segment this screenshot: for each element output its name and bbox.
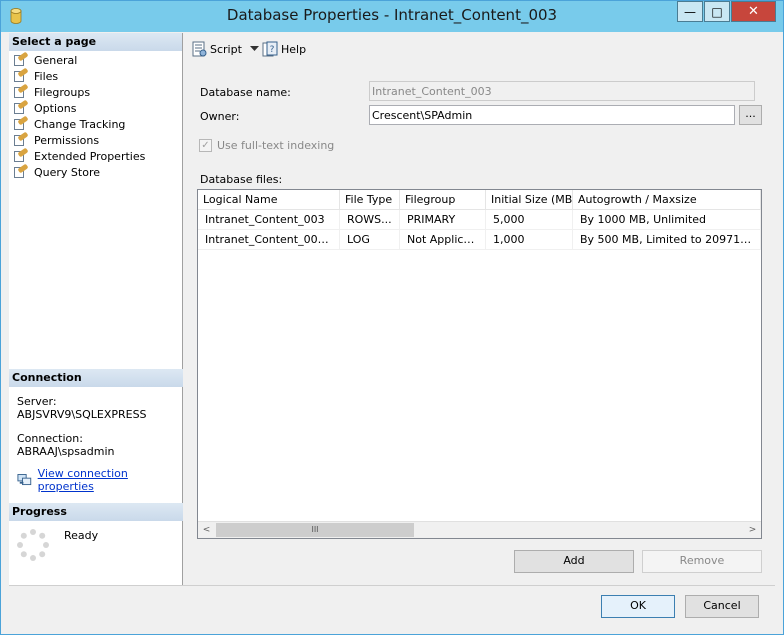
column-header-autogrowth[interactable]: Autogrowth / Maxsize: [573, 190, 761, 209]
connection-properties-icon: [17, 474, 32, 486]
database-name-label: Database name:: [200, 86, 291, 99]
progress-header: Progress: [9, 503, 183, 521]
page-item-label: Filegroups: [34, 85, 91, 99]
maximize-button[interactable]: □: [704, 1, 730, 22]
page-item-general[interactable]: General: [9, 51, 182, 68]
page-item-extended-properties[interactable]: Extended Properties: [9, 147, 182, 164]
horizontal-scrollbar[interactable]: < III >: [198, 521, 761, 538]
cancel-button[interactable]: Cancel: [685, 595, 759, 618]
database-properties-window: Database Properties - Intranet_Content_0…: [0, 0, 784, 635]
page-item-permissions[interactable]: Permissions: [9, 131, 182, 148]
left-pane: Select a page General Files Filegroups O…: [9, 33, 183, 585]
file-type-cell[interactable]: LOG: [340, 230, 400, 249]
column-header-file-type[interactable]: File Type: [340, 190, 400, 209]
connection-value: ABRAAJ\spsadmin: [17, 445, 115, 458]
view-connection-properties-link[interactable]: View connection properties: [38, 467, 175, 493]
page-wrench-icon: [13, 83, 29, 99]
page-item-label: General: [34, 53, 78, 67]
general-page-content: Database name: Intranet_Content_003 Owne…: [191, 67, 776, 585]
page-item-label: Options: [34, 101, 77, 115]
scroll-left-icon[interactable]: <: [198, 522, 215, 538]
footer-divider: [9, 585, 775, 586]
scrollbar-thumb[interactable]: III: [216, 523, 414, 537]
help-button[interactable]: ? Help: [262, 41, 306, 57]
filegroup-cell[interactable]: Not Applicable: [400, 230, 486, 249]
column-header-logical-name[interactable]: Logical Name: [198, 190, 340, 209]
column-header-filegroup[interactable]: Filegroup: [400, 190, 486, 209]
server-label: Server:: [17, 395, 57, 408]
owner-field[interactable]: Crescent\SPAdmin: [369, 105, 735, 125]
page-wrench-icon: [13, 115, 29, 131]
select-page-header: Select a page: [9, 33, 182, 51]
owner-label: Owner:: [200, 110, 240, 123]
page-list: General Files Filegroups Options Change …: [9, 51, 182, 180]
remove-button: Remove: [642, 550, 762, 573]
checkbox-check-icon: ✓: [199, 139, 212, 152]
scroll-right-icon[interactable]: >: [744, 522, 761, 538]
initial-size-cell[interactable]: 1,000: [486, 230, 573, 249]
file-type-cell[interactable]: ROWS...: [340, 210, 400, 229]
script-button[interactable]: Script: [191, 41, 259, 57]
page-wrench-icon: [13, 147, 29, 163]
page-item-change-tracking[interactable]: Change Tracking: [9, 115, 182, 132]
autogrowth-cell[interactable]: By 1000 MB, Unlimited: [573, 210, 761, 229]
window-title: Database Properties - Intranet_Content_0…: [226, 6, 558, 24]
close-button[interactable]: ✕: [731, 1, 776, 22]
page-wrench-icon: [13, 163, 29, 179]
database-name-field: Intranet_Content_003: [369, 81, 755, 101]
fulltext-indexing-label: Use full-text indexing: [217, 139, 335, 152]
page-wrench-icon: [13, 131, 29, 147]
progress-section: Progress Ready: [9, 503, 183, 569]
logical-name-cell[interactable]: Intranet_Content_003_log: [198, 230, 340, 249]
page-item-label: Files: [34, 69, 59, 83]
script-icon: [192, 41, 207, 57]
page-item-label: Permissions: [34, 133, 100, 147]
page-item-options[interactable]: Options: [9, 99, 182, 116]
ok-button[interactable]: OK: [601, 595, 675, 618]
grid-header: Logical Name File Type Filegroup Initial…: [198, 190, 761, 210]
svg-text:?: ?: [270, 45, 275, 55]
dropdown-arrow-icon[interactable]: [249, 46, 259, 52]
page-wrench-icon: [13, 67, 29, 83]
logical-name-cell[interactable]: Intranet_Content_003: [198, 210, 340, 229]
database-files-label: Database files:: [200, 173, 283, 186]
server-value: ABJSVRV9\SQLEXPRESS: [17, 408, 147, 421]
page-item-files[interactable]: Files: [9, 67, 182, 84]
minimize-button[interactable]: —: [677, 1, 703, 22]
progress-status: Ready: [64, 529, 99, 542]
filegroup-cell[interactable]: PRIMARY: [400, 210, 486, 229]
help-icon: ?: [262, 41, 278, 57]
connection-label: Connection:: [17, 432, 83, 445]
script-label: Script: [210, 42, 242, 56]
table-row[interactable]: Intranet_Content_003_log LOG Not Applica…: [198, 230, 761, 250]
fulltext-indexing-checkbox: ✓ Use full-text indexing: [199, 139, 334, 152]
autogrowth-cell[interactable]: By 500 MB, Limited to 2097152 MB: [573, 230, 761, 249]
table-row[interactable]: Intranet_Content_003 ROWS... PRIMARY 5,0…: [198, 210, 761, 230]
page-wrench-icon: [13, 99, 29, 115]
page-item-query-store[interactable]: Query Store: [9, 163, 182, 180]
database-files-grid[interactable]: Logical Name File Type Filegroup Initial…: [197, 189, 762, 539]
connection-header: Connection: [9, 369, 183, 387]
column-header-initial-size[interactable]: Initial Size (MB): [486, 190, 573, 209]
connection-section: Connection Server: ABJSVRV9\SQLEXPRESS C…: [9, 369, 183, 493]
page-wrench-icon: [13, 51, 29, 67]
page-item-label: Change Tracking: [34, 117, 126, 131]
add-button[interactable]: Add: [514, 550, 634, 573]
initial-size-cell[interactable]: 5,000: [486, 210, 573, 229]
toolbar: Script ? Help: [184, 33, 774, 63]
page-item-label: Extended Properties: [34, 149, 146, 163]
title-bar[interactable]: Database Properties - Intranet_Content_0…: [1, 1, 783, 32]
page-item-filegroups[interactable]: Filegroups: [9, 83, 182, 100]
help-label: Help: [281, 42, 307, 56]
progress-spinner-icon: [17, 529, 49, 561]
page-item-label: Query Store: [34, 165, 100, 179]
owner-browse-button[interactable]: ...: [739, 105, 762, 125]
